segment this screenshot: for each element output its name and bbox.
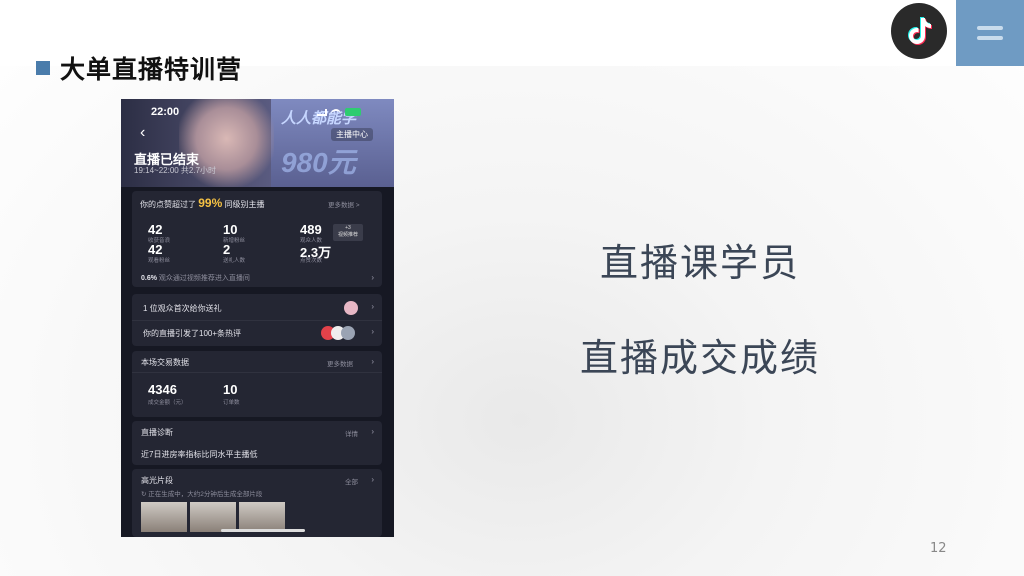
divider — [132, 372, 382, 373]
video-recommend-value: +3 — [345, 225, 351, 231]
diagnosis-card[interactable]: 直播诊断 详情 › 近7日进房率指标比同水平主播低 — [132, 421, 382, 465]
status-time: 22:00 — [151, 106, 180, 118]
slide-title: 大单直播特训营 — [36, 50, 242, 86]
chevron-right-icon: › — [371, 327, 374, 336]
highlight-status-text: 正在生成中，大约2分钟后生成全部片段 — [148, 491, 263, 498]
menu-icon — [977, 26, 1003, 30]
diagnosis-title: 直播诊断 — [141, 428, 173, 437]
more-data-link[interactable]: 更多数据 > — [328, 199, 360, 209]
headline-results: 直播成交成绩 — [579, 336, 820, 380]
likes-prefix: 你的点赞超过了 — [140, 200, 196, 209]
status-icons — [317, 108, 361, 116]
highlight-card: 高光片段 全部 › ↻ 正在生成中，大约2分钟后生成全部片段 — [132, 469, 382, 537]
chevron-right-icon: › — [371, 273, 374, 282]
video-recommend-label: 视频推荐 — [337, 232, 358, 238]
likes-percent: 99% — [198, 196, 223, 210]
gift-row[interactable]: 1 位观众首次给你送礼 — [143, 303, 222, 314]
stat-value: 2 — [223, 242, 231, 257]
clip-thumbnail[interactable] — [190, 502, 236, 532]
chevron-right-icon: › — [371, 427, 374, 436]
stat-value: 489 — [300, 222, 322, 237]
commenter-avatar — [341, 326, 355, 340]
anchor-center-button[interactable]: 主播中心 — [331, 128, 373, 141]
gift-comment-card: 1 位观众首次给你送礼 › 你的直播引发了100+条热评 › — [132, 294, 382, 346]
recommend-percent: 0.6% — [141, 275, 157, 282]
stat-value: 10 — [223, 222, 238, 237]
recommend-row[interactable]: 0.6% 观众通过视频推荐进入直播间 — [141, 273, 250, 283]
menu-icon-bar — [977, 36, 1003, 40]
tiktok-icon — [891, 3, 947, 59]
video-recommend-tag: +3 视频推荐 — [333, 224, 363, 241]
likes-suffix: 同级别主播 — [224, 200, 265, 209]
battery-icon — [345, 108, 361, 116]
refresh-icon: ↻ — [141, 491, 147, 498]
phone-screenshot: 人人都能学 980元 22:00 ‹ 主播中心 直播已结束 19:14~22:0… — [121, 99, 394, 537]
divider — [132, 320, 382, 321]
chevron-right-icon: › — [371, 475, 374, 484]
clip-thumbnail[interactable] — [239, 502, 285, 532]
headline-students: 直播课学员 — [599, 241, 800, 285]
highlight-status: ↻ 正在生成中，大约2分钟后生成全部片段 — [141, 488, 262, 498]
chevron-right-icon: › — [371, 357, 374, 366]
home-indicator — [221, 529, 305, 532]
trade-orders: 10 — [223, 382, 238, 397]
trade-more-link[interactable]: 更多数据 — [327, 358, 353, 368]
stat-value: 42 — [148, 242, 163, 257]
clip-thumbnail[interactable] — [141, 502, 187, 532]
likes-summary: 你的点赞超过了 99% 同级别主播 — [140, 196, 265, 210]
stat-label: 观看粉丝 — [148, 258, 171, 264]
signal-icon — [317, 108, 327, 116]
stats-card: 你的点赞超过了 99% 同级别主播 更多数据 > 42 收获音浪 10 新增粉丝… — [132, 191, 382, 287]
highlight-title: 高光片段 — [141, 476, 173, 485]
trade-amount-label: 成交金额（元） — [148, 400, 187, 406]
title-marker — [36, 61, 50, 75]
page-number: 12 — [930, 541, 947, 556]
trade-orders-label: 订单数 — [223, 400, 240, 406]
trade-amount: 4346 — [148, 382, 177, 397]
trade-card: 本场交易数据 更多数据 › 4346 成交金额（元） 10 订单数 — [132, 351, 382, 417]
stat-label: 点赞次数 — [300, 258, 323, 264]
stat-label: 送礼人数 — [223, 258, 246, 264]
diagnosis-text: 近7日进房率指标比同水平主播低 — [141, 450, 258, 459]
trade-title: 本场交易数据 — [141, 358, 189, 367]
menu-button[interactable] — [956, 0, 1024, 66]
live-duration: 19:14~22:00 共2.7小时 — [134, 166, 217, 175]
gift-avatar — [344, 301, 358, 315]
recommend-text: 观众通过视频推荐进入直播间 — [158, 275, 250, 282]
wifi-icon — [331, 108, 341, 116]
stat-value: 42 — [148, 222, 163, 237]
highlight-all-link[interactable]: 全部 — [345, 476, 358, 486]
comment-row[interactable]: 你的直播引发了100+条热评 — [143, 328, 241, 339]
chevron-right-icon: › — [371, 302, 374, 311]
promo-price: 980元 — [281, 147, 356, 178]
diagnosis-detail-link[interactable]: 详情 — [345, 428, 358, 438]
back-icon[interactable]: ‹ — [140, 124, 145, 142]
slide-title-text: 大单直播特训营 — [60, 55, 243, 84]
